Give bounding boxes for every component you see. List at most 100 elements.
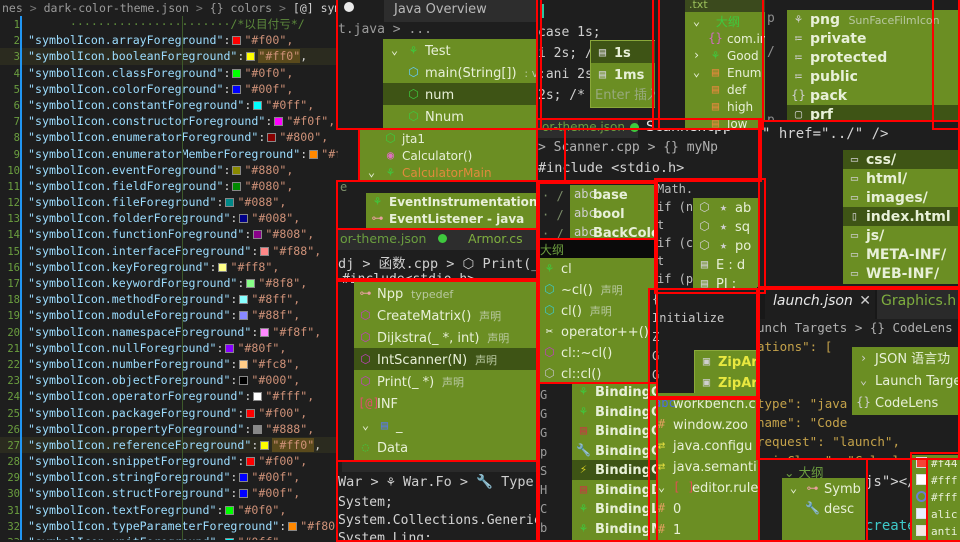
list-item[interactable]: #1 bbox=[650, 519, 760, 540]
java-breadcrumb[interactable]: t.java > ... bbox=[338, 22, 432, 37]
list-item[interactable]: ▯ index.html bbox=[843, 207, 960, 226]
json-value[interactable]: "#f80", bbox=[300, 519, 338, 533]
color-swatch-icon[interactable] bbox=[232, 84, 242, 94]
json-line[interactable]: 21 "symbolIcon.nullForeground": "#80f", bbox=[0, 340, 338, 356]
list-item[interactable]: anti bbox=[912, 523, 960, 540]
json-line[interactable]: 26 "symbolIcon.propertyForeground": "#888"… bbox=[0, 421, 338, 437]
functions-cpp-editor[interactable]: or-theme.json Armor.cs dj > 函数.cpp > ⬡ P… bbox=[338, 228, 538, 460]
json-value[interactable]: "#088", bbox=[237, 195, 286, 209]
list-item[interactable]: ⌄ Launch Target bbox=[852, 369, 960, 391]
list-item[interactable]: abcbool bbox=[570, 204, 656, 223]
json-value[interactable]: "#880", bbox=[244, 163, 293, 177]
json-value[interactable]: "#008", bbox=[251, 211, 300, 225]
java-overview-panel[interactable]: Java Overview t.java > ... ⌄ ⚘ Test ⬡ main(S… bbox=[338, 0, 566, 130]
list-item[interactable]: ⬡ Dijkstra(_ *, int) 声明 bbox=[354, 326, 538, 348]
list-item[interactable]: ▤ BindingD bbox=[572, 480, 658, 500]
war-editor[interactable]: War > ⚘ War.Fo > 🔧 Type System; System.Co… bbox=[338, 460, 538, 540]
list-item[interactable]: ≔ private bbox=[787, 29, 960, 48]
outline-symbols-panel[interactable]: ⌄ 大纲 ⌄ ⊶ Symb 🔧 desc bbox=[760, 460, 865, 540]
color-swatch-icon[interactable] bbox=[232, 181, 242, 191]
json-line[interactable]: 23 "symbolIcon.objectForeground": "#000", bbox=[0, 372, 338, 388]
palette-icon[interactable] bbox=[916, 491, 927, 502]
event-tree[interactable]: ⚘ EventInstrumentation ⊶ EventListener - ja… bbox=[366, 193, 538, 228]
json-value[interactable]: "#080", bbox=[244, 179, 293, 193]
json-value[interactable]: "#fff", bbox=[265, 389, 314, 403]
json-line[interactable]: 13 "symbolIcon.folderForeground": "#008", bbox=[0, 210, 338, 226]
json-line[interactable]: 9 "symbolIcon.enumeratorMemberForeground"… bbox=[0, 146, 338, 162]
list-item[interactable]: ⌄ ⊶ Symb bbox=[782, 478, 865, 498]
color-swatch-icon[interactable] bbox=[225, 343, 235, 353]
chevron-icon[interactable]: ⌄ bbox=[786, 478, 801, 498]
list-item[interactable]: ▭ js/ bbox=[843, 226, 960, 245]
list-item[interactable]: ▤ low bbox=[685, 115, 765, 130]
calculator-outline-tree[interactable]: ⬡ jta1 ◉ Calculator() ⌄ ⚘ CalculatorMain bbox=[360, 130, 566, 180]
list-item[interactable]: abcworkbench.c bbox=[650, 393, 760, 414]
json-line[interactable]: 10 "symbolIcon.eventForeground": "#880", bbox=[0, 162, 338, 178]
breadcrumb-segment-1[interactable]: dark-color-theme.json bbox=[44, 1, 189, 15]
list-item[interactable]: ▭ images/ bbox=[843, 188, 960, 207]
list-item[interactable]: › JSON 语言功 bbox=[852, 347, 960, 369]
json-value[interactable]: "#f8f", bbox=[272, 325, 321, 339]
outline-top-right-panel[interactable]: .txt ⌄ 大纲 {}com.im›⚘Good⌄▤Enum▤def▤high▤… bbox=[655, 0, 765, 130]
color-swatch-icon[interactable] bbox=[253, 392, 263, 402]
color-swatch-icon[interactable] bbox=[916, 457, 927, 468]
color-swatch-icon[interactable] bbox=[239, 214, 249, 224]
chevron-icon[interactable]: ⌄ bbox=[387, 39, 402, 61]
color-suggest-list[interactable]: #f44 #fff #fff alic anti bbox=[912, 455, 960, 540]
json-line[interactable]: 33 "symbolIcon.unitForeground": "#0ff", bbox=[0, 534, 338, 540]
zip-suggest-list[interactable]: ▣ ZipArc ▣ ZipArc bbox=[694, 350, 760, 394]
list-item[interactable]: ✂ operator++() bbox=[538, 321, 656, 342]
outline-title-row[interactable]: ⌄ 大纲 bbox=[685, 12, 765, 30]
list-item[interactable]: {} com.im bbox=[685, 30, 765, 47]
color-swatch-icon[interactable] bbox=[225, 198, 235, 208]
list-item[interactable]: 🔧 BindingC bbox=[572, 441, 658, 461]
duration-suggest-panel[interactable]: case 1s; i 2s; /:ani 2s 2s; /* ▤ 1s ▤ 1ms Ente… bbox=[538, 0, 660, 130]
json-line[interactable]: 6 "symbolIcon.constantForeground": "#0ff", bbox=[0, 97, 338, 113]
color-swatch-icon[interactable] bbox=[253, 424, 263, 434]
list-item[interactable]: ⬡ ~cl() 声明 bbox=[538, 279, 656, 300]
path-suggest-panel[interactable]: " href="../" /> ▭ css/ ▭ html/ ▭ images/ ▯ inde… bbox=[760, 122, 960, 290]
launch-json-editor[interactable]: launch.json ✕ Graphics.h unch Targets > … bbox=[757, 287, 960, 460]
abc-suggest-list[interactable]: abcbase abcbool abcBackColo bbox=[570, 185, 656, 240]
list-item[interactable]: #fff bbox=[912, 472, 960, 489]
list-item[interactable]: ▣ ZipArc bbox=[695, 372, 760, 393]
breadcrumb-segment-3[interactable]: [@] symbolIcon.booleanFor bbox=[293, 1, 338, 15]
json-value[interactable]: "#800", bbox=[279, 130, 328, 144]
json-line[interactable]: 14 "symbolIcon.functionForeground": "#808"… bbox=[0, 226, 338, 242]
color-swatch-icon[interactable] bbox=[232, 68, 242, 78]
list-item[interactable]: ▣ ZipArc bbox=[695, 351, 760, 372]
json-value[interactable]: "#f88", bbox=[272, 244, 321, 258]
war-breadcrumb[interactable]: War > ⚘ War.Fo > 🔧 Type bbox=[338, 474, 534, 490]
color-swatch-icon[interactable] bbox=[253, 100, 263, 110]
list-item[interactable]: ⌄ ⚘ CalculatorMain bbox=[360, 164, 566, 180]
list-item[interactable]: ≔ protected bbox=[787, 48, 960, 67]
json-line[interactable]: 4 "symbolIcon.classForeground": "#0f0", bbox=[0, 65, 338, 81]
json-line[interactable]: 7 "symbolIcon.constructorForeground": "#f0… bbox=[0, 113, 338, 129]
json-value[interactable]: "#f00", bbox=[244, 33, 293, 47]
list-item[interactable]: ⬡ CreateMatrix() 声明 bbox=[354, 304, 538, 326]
list-item[interactable]: # window.zoo bbox=[650, 414, 760, 435]
list-item[interactable]: {} CodeLens bbox=[852, 391, 960, 413]
close-icon[interactable]: ✕ bbox=[859, 293, 871, 309]
json-line[interactable]: 1 ·······················/*以目付亏*/ bbox=[0, 16, 338, 32]
list-item[interactable]: ≔ public bbox=[787, 67, 960, 86]
json-value[interactable]: "#80f", bbox=[237, 341, 286, 355]
list-item[interactable]: ⚘ png SunFaceFilmIcon bbox=[787, 10, 960, 29]
color-swatch-icon[interactable] bbox=[309, 149, 319, 159]
json-value[interactable]: "#8ff", bbox=[251, 292, 300, 306]
color-swatch-icon[interactable] bbox=[246, 52, 256, 62]
list-item[interactable]: ⬡ jta1 bbox=[360, 130, 566, 147]
json-line[interactable]: 5 "symbolIcon.colorForeground": "#00f", bbox=[0, 81, 338, 97]
json-lines[interactable]: 1 ·······················/*以目付亏*/ 2 "symbo… bbox=[0, 16, 338, 540]
json-line[interactable]: 18 "symbolIcon.methodForeground": "#8ff", bbox=[0, 291, 338, 307]
color-swatch-icon[interactable] bbox=[225, 505, 235, 515]
math-suggest-panel[interactable]: Math. if (n t if (c t if (p ⬡ ★ ab ⬡ ★ sq ⬡ ★ po ▤ E : … bbox=[655, 180, 765, 292]
json-line[interactable]: 17 "symbolIcon.keywordForeground": "#8f8", bbox=[0, 275, 338, 291]
list-item[interactable]: ⬡ ★ po bbox=[693, 236, 765, 255]
color-swatch-icon[interactable] bbox=[232, 165, 242, 175]
chevron-icon[interactable]: › bbox=[689, 47, 704, 64]
color-swatch-icon[interactable] bbox=[916, 474, 927, 485]
list-item[interactable]: ⚘ BindingG bbox=[572, 382, 658, 402]
color-swatch-icon[interactable] bbox=[260, 440, 270, 450]
json-value[interactable]: "#0f0", bbox=[237, 503, 286, 517]
